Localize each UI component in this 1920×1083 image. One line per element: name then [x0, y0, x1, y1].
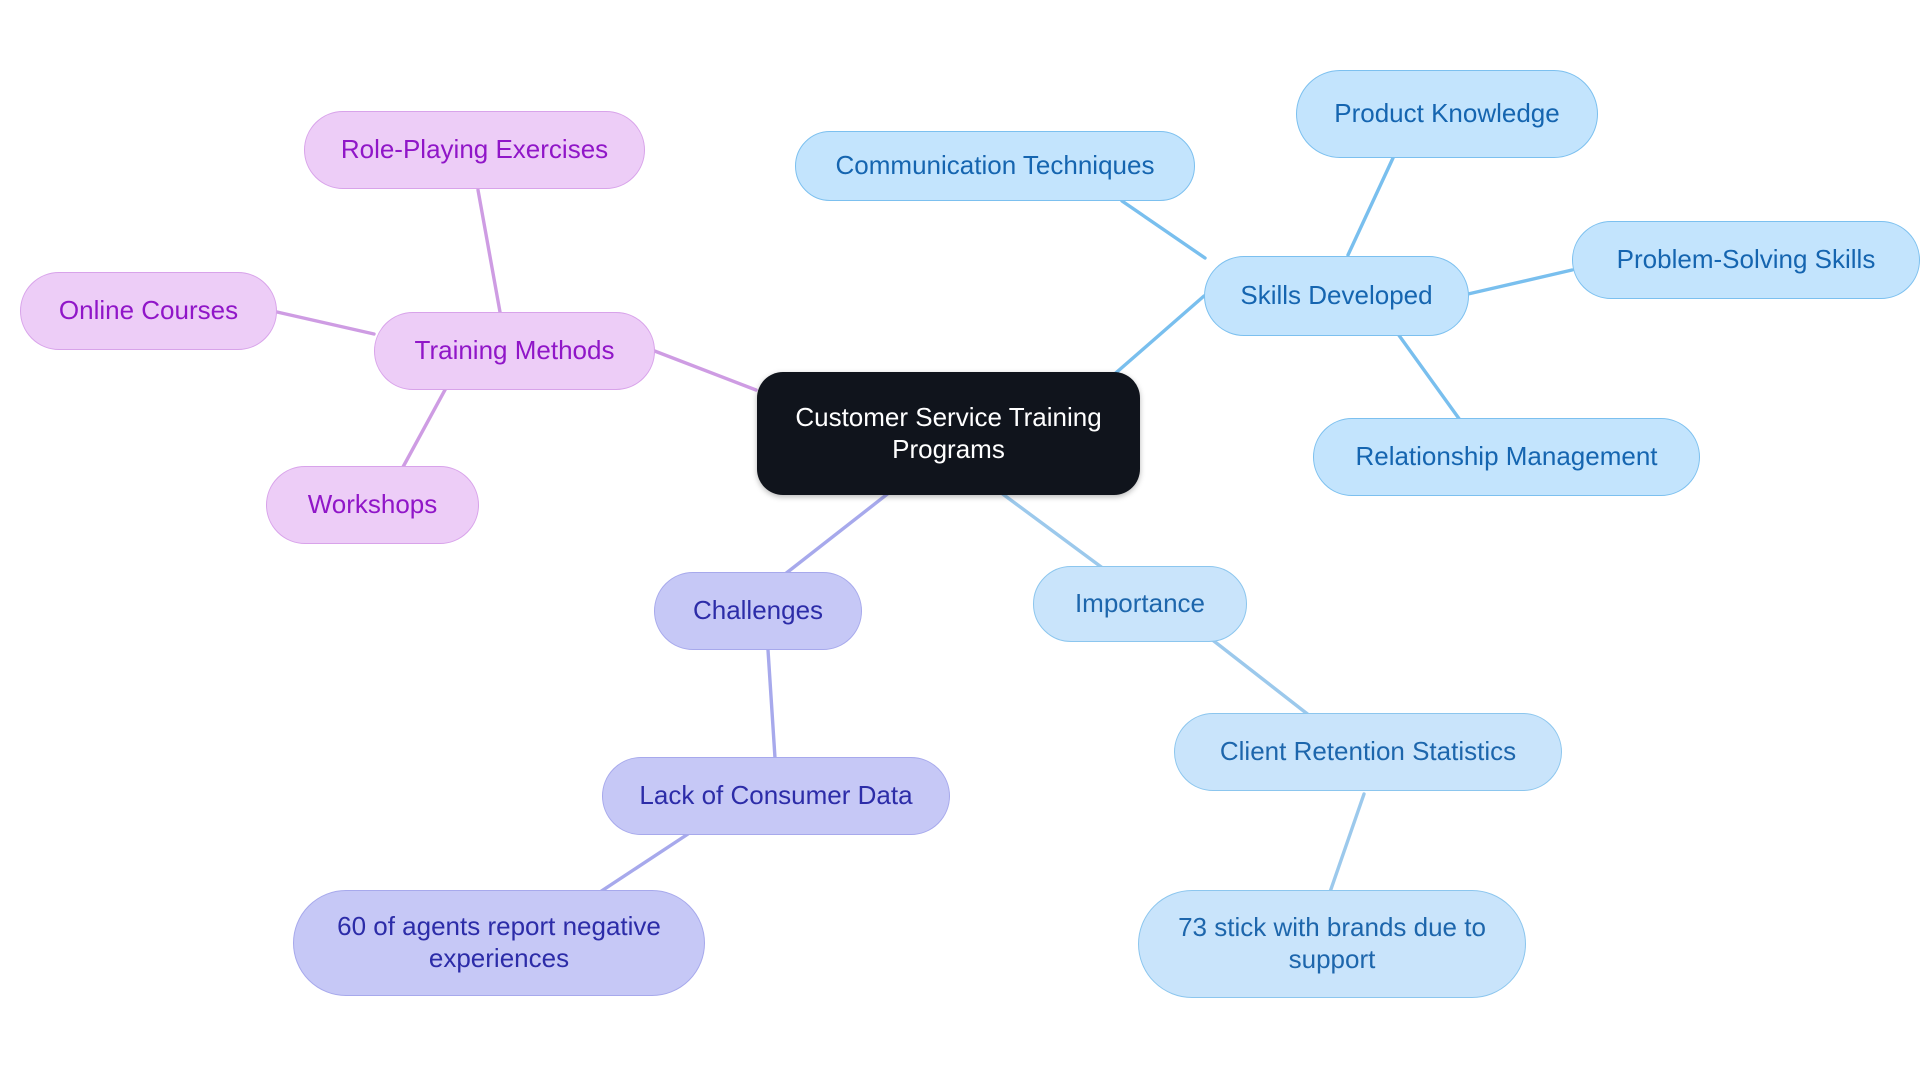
node-challenges[interactable]: Challenges — [654, 572, 862, 650]
edge-skills-developed-to-communication-techniques — [1120, 199, 1207, 260]
node-importance[interactable]: Importance — [1033, 566, 1247, 642]
edge-client-retention-statistics-to-stick-with-brands-support — [1328, 792, 1366, 894]
edge-training-methods-to-workshops — [401, 375, 454, 469]
edge-skills-developed-to-product-knowledge — [1346, 156, 1395, 257]
node-problem-solving-skills[interactable]: Problem-Solving Skills — [1572, 221, 1920, 299]
edge-challenges-to-lack-of-consumer-data — [766, 648, 777, 760]
node-relationship-management[interactable]: Relationship Management — [1313, 418, 1700, 496]
node-workshops[interactable]: Workshops — [266, 466, 479, 544]
node-communication-techniques[interactable]: Communication Techniques — [795, 131, 1195, 201]
edge-root-to-training-methods — [650, 348, 758, 392]
edge-root-to-skills-developed — [1108, 294, 1206, 380]
node-stick-with-brands-support[interactable]: 73 stick with brands due to support — [1138, 890, 1526, 998]
node-online-courses[interactable]: Online Courses — [20, 272, 277, 350]
node-role-playing-exercises[interactable]: Role-Playing Exercises — [304, 111, 645, 189]
edge-root-to-challenges — [778, 490, 892, 580]
edge-root-to-importance — [998, 490, 1110, 574]
node-product-knowledge[interactable]: Product Knowledge — [1296, 70, 1598, 158]
node-skills-developed[interactable]: Skills Developed — [1204, 256, 1469, 336]
node-agents-negative-experiences[interactable]: 60 of agents report negative experiences — [293, 890, 705, 996]
edge-importance-to-client-retention-statistics — [1208, 636, 1312, 718]
node-root-customer-service-training-programs[interactable]: Customer Service Training Programs — [757, 372, 1140, 495]
edge-skills-developed-to-relationship-management — [1396, 332, 1462, 422]
edge-skills-developed-to-problem-solving-skills — [1466, 268, 1574, 296]
edge-training-methods-to-online-courses — [275, 310, 376, 336]
node-lack-of-consumer-data[interactable]: Lack of Consumer Data — [602, 757, 950, 835]
edge-lack-of-consumer-data-to-agents-negative-experiences — [598, 832, 690, 894]
node-client-retention-statistics[interactable]: Client Retention Statistics — [1174, 713, 1562, 791]
node-training-methods[interactable]: Training Methods — [374, 312, 655, 390]
mindmap-canvas: Customer Service Training Programs Skill… — [0, 0, 1920, 1083]
edge-training-methods-to-role-playing-exercises — [476, 188, 502, 314]
